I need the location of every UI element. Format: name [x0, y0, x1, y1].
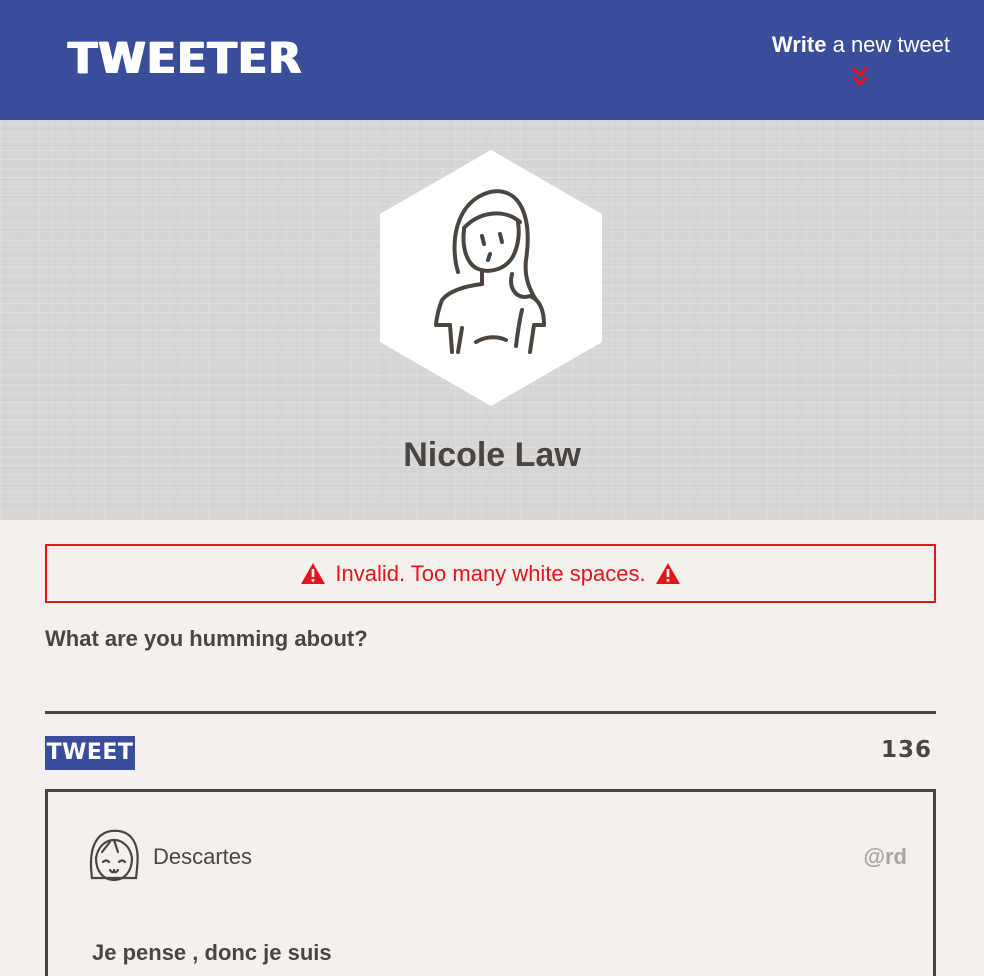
tweet-handle[interactable]: @rd [864, 844, 907, 870]
woman-avatar-icon [380, 150, 602, 406]
profile-name: Nicole Law [403, 436, 581, 474]
write-new-tweet-link[interactable]: Write a new tweet [772, 32, 950, 58]
tweet-card: Descartes @rd Je pense , donc je suis [45, 789, 936, 976]
girl-avatar-icon [89, 829, 139, 882]
tweet-input[interactable] [45, 664, 936, 714]
character-counter: 136 [880, 737, 932, 763]
tweet-author: Descartes [153, 844, 253, 869]
write-link-rest: a new tweet [826, 32, 950, 57]
tweet-text: Je pense , donc je suis [92, 940, 332, 965]
double-chevron-down-icon[interactable] [850, 64, 870, 88]
write-link-bold: Write [771, 32, 827, 57]
tweet-button[interactable]: TWEET [45, 736, 135, 770]
tweet-input-label: What are you humming about? [45, 626, 368, 651]
warning-icon [301, 563, 326, 584]
navbar: TWEETER Write a new tweet [0, 0, 984, 120]
brand-logo[interactable]: TWEETER [68, 34, 302, 84]
error-message: Invalid. Too many white spaces. [45, 544, 936, 603]
profile-header: Nicole Law [0, 120, 984, 520]
error-text: Invalid. Too many white spaces. [335, 560, 646, 586]
warning-icon [655, 563, 680, 584]
